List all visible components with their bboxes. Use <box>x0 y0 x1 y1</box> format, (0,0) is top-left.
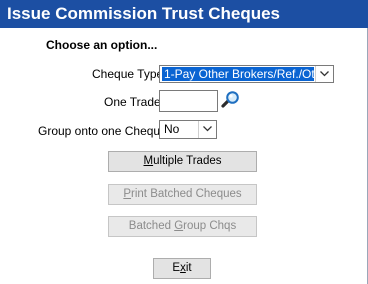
title-bar: Issue Commission Trust Cheques <box>0 0 368 28</box>
chevron-down-icon[interactable] <box>198 121 216 138</box>
batched-group-label: roup Chqs <box>183 220 237 232</box>
group-cheque-value: No <box>164 122 180 136</box>
batched-group-pre: Batched <box>128 220 175 232</box>
one-trade-input[interactable] <box>159 90 218 112</box>
group-cheque-select[interactable]: No <box>159 120 217 139</box>
chevron-down-icon[interactable] <box>315 66 333 82</box>
cheque-type-label: Cheque Type: <box>92 67 167 81</box>
exit-pre: E <box>172 262 181 274</box>
multiple-trades-accel: M <box>143 155 154 167</box>
cheque-type-select[interactable]: 1-Pay Other Brokers/Ref./Other <box>159 65 334 83</box>
exit-label: it <box>185 262 192 274</box>
print-batched-cheques-button[interactable]: Print Batched Cheques <box>108 184 257 205</box>
exit-button[interactable]: Exit <box>153 258 211 279</box>
cheque-type-value: 1-Pay Other Brokers/Ref./Other <box>162 67 314 81</box>
multiple-trades-button[interactable]: Multiple Trades <box>108 151 257 172</box>
issue-cheques-window: Issue Commission Trust Cheques Choose an… <box>0 0 368 284</box>
one-trade-label: One Trade: <box>104 95 165 109</box>
multiple-trades-label: ultiple Trades <box>153 155 222 167</box>
print-batched-label: rint Batched Cheques <box>131 188 242 200</box>
group-cheque-label: Group onto one Cheque: <box>38 124 171 138</box>
search-icon[interactable] <box>220 90 240 110</box>
batched-group-accel: G <box>174 220 184 232</box>
batched-group-chqs-button[interactable]: Batched Group Chqs <box>108 216 257 237</box>
form-heading: Choose an option... <box>46 38 158 52</box>
window-title: Issue Commission Trust Cheques <box>7 4 281 23</box>
print-batched-accel: P <box>123 188 132 200</box>
